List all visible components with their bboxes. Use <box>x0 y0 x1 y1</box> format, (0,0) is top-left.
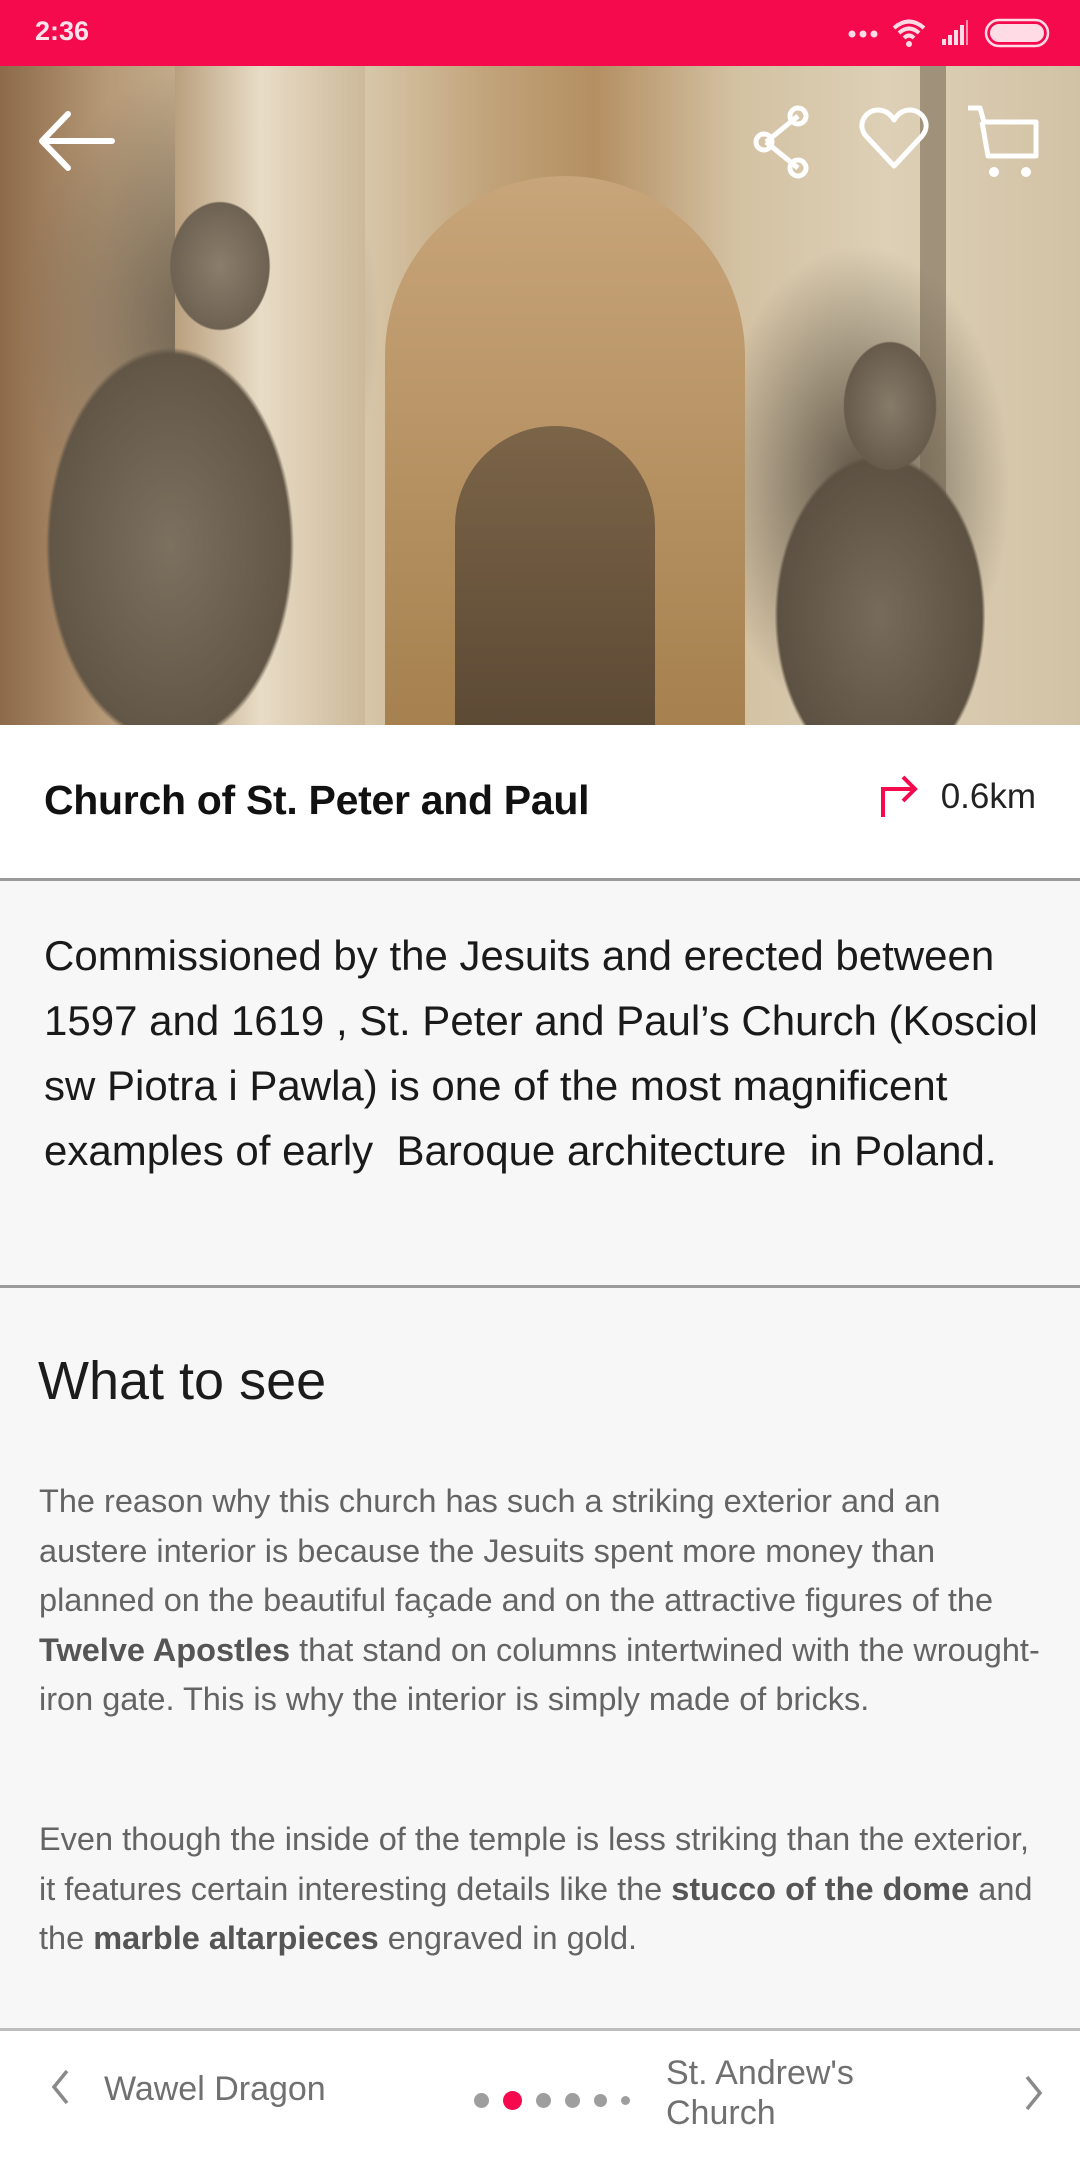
cart-button[interactable] <box>962 102 1042 182</box>
intro-text: Commissioned by the Jesuits and erected … <box>44 932 1050 1174</box>
previous-place-label: Wawel Dragon <box>104 2069 326 2108</box>
favorite-button[interactable] <box>858 106 930 172</box>
status-time: 2:36 <box>35 16 90 46</box>
intro-section: Commissioned by the Jesuits and erected … <box>0 881 1080 1288</box>
chevron-right-icon <box>1024 2075 1044 2115</box>
share-icon <box>752 105 814 184</box>
place-header: Church of St. Peter and Paul 0.6km <box>0 725 1080 881</box>
more-dots-icon <box>848 27 878 39</box>
paragraph-text: engraved in gold. <box>378 1920 638 1956</box>
hero-niche <box>455 426 655 725</box>
page-indicator <box>474 2091 630 2110</box>
back-arrow-icon <box>34 111 118 176</box>
next-place-button[interactable]: St. Andrew's Church <box>666 2053 1066 2143</box>
place-title: Church of St. Peter and Paul <box>44 777 590 823</box>
what-to-see-heading: What to see <box>38 1351 327 1411</box>
heart-icon <box>858 107 930 176</box>
distance-link[interactable]: 0.6km <box>875 771 1036 823</box>
what-to-see-paragraph-1: The reason why this church has such a st… <box>39 1477 1049 1725</box>
what-to-see-paragraph-2: Even though the inside of the temple is … <box>39 1815 1049 1964</box>
page-dot-active[interactable] <box>503 2091 522 2110</box>
status-bar: 2:36 <box>0 0 1080 66</box>
next-place-label: St. Andrew's Church <box>666 2054 854 2132</box>
directions-turn-icon <box>875 771 919 823</box>
highlight-twelve-apostles: Twelve Apostles <box>39 1631 291 1668</box>
battery-icon <box>984 18 1050 48</box>
status-icons <box>848 16 1050 50</box>
chevron-left-icon <box>50 2069 70 2109</box>
page-dot[interactable] <box>536 2093 551 2108</box>
hero-image <box>0 66 1080 725</box>
page-dot[interactable] <box>474 2093 489 2108</box>
paragraph-text: The reason why this church has such a st… <box>39 1483 994 1618</box>
page-dot[interactable] <box>565 2093 580 2108</box>
hero-statue-left <box>0 186 420 725</box>
page-dot[interactable] <box>594 2094 607 2107</box>
highlight-stucco: stucco of the dome <box>671 1870 970 1907</box>
previous-place-button[interactable]: Wawel Dragon <box>50 2069 326 2109</box>
wifi-icon <box>892 18 926 48</box>
back-button[interactable] <box>34 110 118 172</box>
bottom-navigation: Wawel Dragon St. Andrew's Church <box>0 2028 1080 2163</box>
page-dot[interactable] <box>621 2096 630 2105</box>
signal-icon <box>940 20 970 46</box>
hero-statue-right <box>700 316 1080 725</box>
highlight-altarpieces: marble altarpieces <box>93 1920 379 1956</box>
cart-icon <box>962 105 1042 186</box>
share-button[interactable] <box>752 104 814 180</box>
distance-value: 0.6km <box>940 777 1036 816</box>
